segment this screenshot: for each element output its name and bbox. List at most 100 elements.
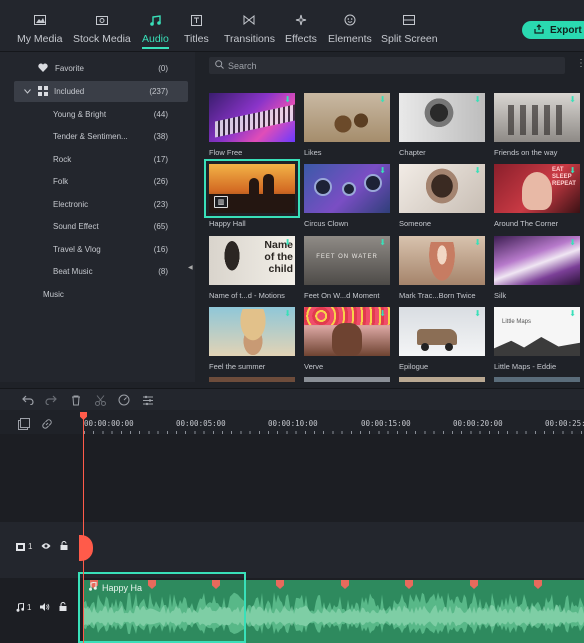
category-folk[interactable]: Folk (26): [0, 171, 190, 192]
download-icon[interactable]: ⬇: [569, 166, 576, 175]
tab-stock-media[interactable]: Stock Media: [73, 14, 131, 50]
download-icon[interactable]: ⬇: [474, 166, 481, 175]
clip-selection-outline: [78, 572, 246, 643]
audio-library-grid: Search ⋮ ⬇ Flow Free ⬇ Likes ⬇ Chapter ⬇…: [196, 52, 584, 382]
thumbnail: ⬇: [494, 236, 580, 285]
category-beat-music[interactable]: Beat Music (8): [0, 261, 190, 282]
thumbnail: ⬇: [304, 93, 390, 142]
top-toolbar: My Media Stock Media Audio Titles Transi…: [0, 0, 584, 52]
tab-effects[interactable]: Effects: [285, 14, 317, 50]
thumbnail: ⬇: [399, 93, 485, 142]
eye-icon[interactable]: [41, 542, 51, 552]
audio-card-mark-trac-born-twice[interactable]: ⬇ Mark Trac...Born Twice: [399, 236, 485, 300]
tab-elements[interactable]: Elements: [328, 14, 372, 50]
category-sound-effect[interactable]: Sound Effect (65): [0, 216, 190, 237]
split-screen-icon: [402, 14, 416, 26]
audio-card-feel-the-summer[interactable]: ⬇ Feel the summer: [209, 307, 295, 371]
tab-my-media[interactable]: My Media: [17, 14, 63, 50]
category-favorite[interactable]: Favorite (0): [0, 58, 190, 79]
audio-track-icon: 1: [16, 603, 31, 612]
music-note-icon: [148, 14, 162, 26]
thumbnail-partial: [494, 377, 580, 382]
download-icon[interactable]: ⬇: [379, 309, 386, 318]
undo-icon[interactable]: [21, 393, 35, 407]
chevron-down-icon: [24, 87, 31, 96]
category-travel-vlog[interactable]: Travel & Vlog (16): [0, 239, 190, 260]
audio-card-someone[interactable]: ⬇ Someone: [399, 164, 485, 228]
category-rock[interactable]: Rock (17): [0, 149, 190, 170]
adjust-icon[interactable]: [141, 393, 155, 407]
download-icon[interactable]: ⬇: [284, 309, 291, 318]
download-icon[interactable]: ⬇: [474, 95, 481, 104]
add-track-icon[interactable]: [18, 417, 30, 435]
category-electronic[interactable]: Electronic (23): [0, 194, 190, 215]
download-icon[interactable]: ⬇: [474, 309, 481, 318]
audio-card-name-of-the-child[interactable]: Name of the child ⬇ Name of t...d - Moti…: [209, 236, 295, 300]
thumbnail: ⬇: [494, 93, 580, 142]
thumbnail: ⬇: [399, 307, 485, 356]
thumbnail: EAT SLEEP REPEAT ⬇: [494, 164, 580, 213]
more-options-icon[interactable]: ⋮: [576, 58, 584, 69]
audio-card-flow-free[interactable]: ⬇ Flow Free: [209, 93, 295, 157]
heart-icon: [38, 63, 48, 74]
audio-card-around-the-corner[interactable]: EAT SLEEP REPEAT ⬇ Around The Corner: [494, 164, 580, 228]
category-panel: Favorite (0) Included (237) Young & Brig…: [0, 52, 195, 382]
download-icon[interactable]: ⬇: [284, 238, 291, 247]
export-button[interactable]: Export: [522, 21, 584, 39]
audio-card-silk[interactable]: ⬇ Silk: [494, 236, 580, 300]
delete-icon[interactable]: [69, 393, 83, 407]
lock-icon[interactable]: [60, 541, 68, 552]
search-icon: [215, 60, 224, 71]
thumbnail: FEET ON WATER ⬇: [304, 236, 390, 285]
playhead[interactable]: [83, 412, 84, 643]
redo-icon[interactable]: [44, 393, 58, 407]
audio-track-header: 1: [0, 602, 82, 613]
tab-split-screen[interactable]: Split Screen: [381, 14, 438, 50]
download-icon[interactable]: ⬇: [379, 238, 386, 247]
video-track-header: 1: [0, 541, 82, 552]
thumbnail: Name of the child ⬇: [209, 236, 295, 285]
download-icon[interactable]: ⬇: [569, 309, 576, 318]
audio-card-circus-clown[interactable]: ⬇ Circus Clown: [304, 164, 390, 228]
tab-audio[interactable]: Audio: [142, 14, 169, 50]
download-icon[interactable]: ⬇: [379, 166, 386, 175]
video-track-icon: 1: [16, 542, 32, 551]
audio-card-chapter[interactable]: ⬇ Chapter: [399, 93, 485, 157]
thumbnail: ⬇: [399, 236, 485, 285]
waveform-icon: ▥: [214, 196, 228, 208]
thumbnail: ⬇: [209, 307, 295, 356]
thumbnail: Little Maps ⬇: [494, 307, 580, 356]
lock-icon[interactable]: [59, 602, 67, 613]
collapse-panel-icon[interactable]: ◀: [188, 264, 193, 271]
audio-card-friends-on-the-way[interactable]: ⬇ Friends on the way: [494, 93, 580, 157]
elements-icon: [343, 14, 357, 26]
audio-card-happy-hall[interactable]: ▥ Happy Hall: [204, 159, 300, 228]
thumbnail: ⬇: [304, 307, 390, 356]
search-input[interactable]: Search: [209, 57, 565, 74]
download-icon[interactable]: ⬇: [569, 95, 576, 104]
download-icon[interactable]: ⬇: [474, 238, 481, 247]
speed-icon[interactable]: [117, 393, 131, 407]
thumbnail: ⬇: [209, 93, 295, 142]
cut-icon[interactable]: [93, 393, 107, 407]
category-included[interactable]: Included (237): [14, 81, 188, 102]
audio-card-feet-on-water[interactable]: FEET ON WATER ⬇ Feet On W...d Moment: [304, 236, 390, 300]
link-icon[interactable]: [41, 417, 53, 435]
download-icon[interactable]: ⬇: [284, 95, 291, 104]
transition-icon: [242, 14, 256, 26]
download-icon[interactable]: ⬇: [379, 95, 386, 104]
category-tender-sentimental[interactable]: Tender & Sentimen... (38): [0, 126, 190, 147]
timeline-ruler[interactable]: 00:00:00:00 00:00:05:00 00:00:10:00 00:0…: [0, 410, 584, 435]
audio-card-epilogue[interactable]: ⬇ Epilogue: [399, 307, 485, 371]
category-music[interactable]: Music: [0, 284, 190, 305]
speaker-icon[interactable]: [40, 602, 50, 613]
thumbnail-partial: [209, 377, 295, 382]
export-icon: [534, 23, 544, 37]
tab-titles[interactable]: Titles: [184, 14, 209, 50]
audio-card-little-maps[interactable]: Little Maps ⬇ Little Maps - Eddie: [494, 307, 580, 371]
audio-card-verve[interactable]: ⬇ Verve: [304, 307, 390, 371]
download-icon[interactable]: ⬇: [569, 238, 576, 247]
audio-card-likes[interactable]: ⬇ Likes: [304, 93, 390, 157]
category-young-bright[interactable]: Young & Bright (44): [0, 104, 190, 125]
tab-transitions[interactable]: Transitions: [224, 14, 275, 50]
